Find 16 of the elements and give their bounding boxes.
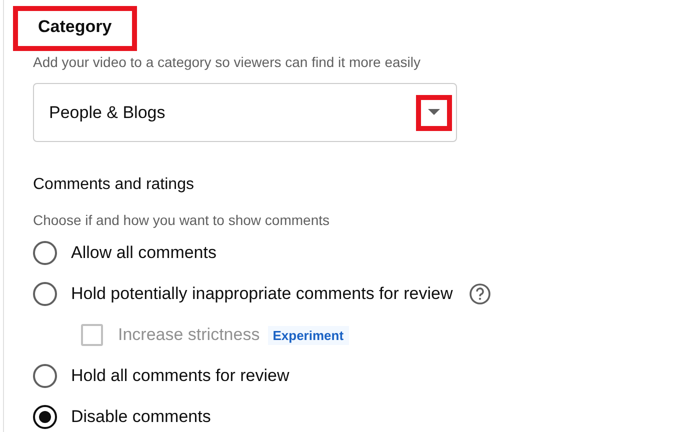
option-label: Hold potentially inappropriate comments for review	[71, 284, 453, 304]
section-description: Choose if and how you want to show comments	[33, 212, 330, 228]
radio-button[interactable]	[33, 364, 57, 388]
radio-button[interactable]	[33, 405, 57, 429]
radio-button[interactable]	[33, 282, 57, 306]
option-label: Hold all comments for review	[71, 366, 290, 386]
option-label: Allow all comments	[71, 243, 216, 263]
section-heading: Comments and ratings	[33, 176, 195, 194]
radio-button[interactable]	[33, 241, 57, 265]
help-icon[interactable]	[468, 283, 491, 305]
section-description: Add your video to a category so viewers can find it more easily	[33, 54, 422, 70]
option-label: Increase strictness	[118, 325, 260, 345]
option-label: Disable comments	[71, 407, 211, 427]
experiment-badge: Experiment	[268, 326, 349, 344]
category-dropdown[interactable]: People & Blogs	[33, 83, 457, 142]
section-heading: Category	[13, 6, 137, 51]
